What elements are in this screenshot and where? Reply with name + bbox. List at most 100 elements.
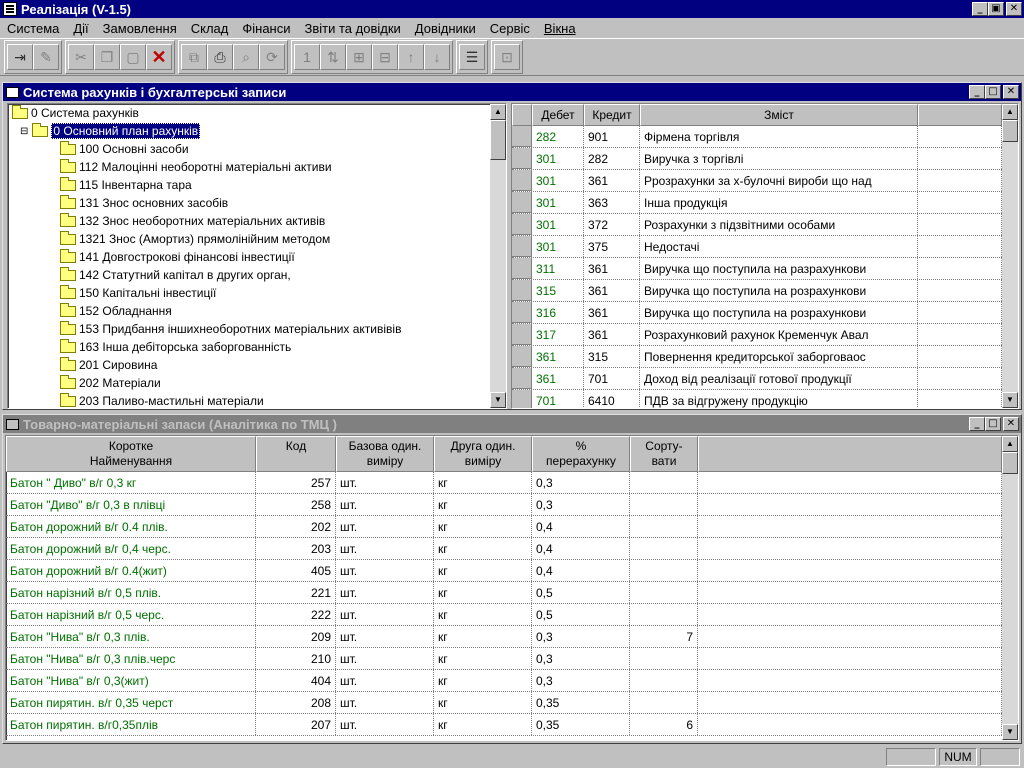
cell-name[interactable]: Батон дорожний в/г 0.4 плів.	[6, 516, 256, 537]
list-icon[interactable]: ☰	[459, 44, 485, 70]
cell-content[interactable]: Недостачі	[640, 236, 918, 257]
row-indicator[interactable]	[512, 346, 532, 367]
tree-item[interactable]: 203 Паливо-мастильні матеріали	[8, 392, 506, 408]
cell-blank[interactable]	[918, 368, 1002, 389]
cell-content[interactable]: Виручка що поступила на розрахункови	[640, 280, 918, 301]
cell-debit[interactable]: 316	[532, 302, 584, 323]
cell-name[interactable]: Батон "Нива" в/г 0,3(жит)	[6, 670, 256, 691]
header-content[interactable]: Зміст	[640, 104, 918, 126]
cell-debit[interactable]: 701	[532, 390, 584, 408]
cell-blank[interactable]	[918, 236, 1002, 257]
cell-credit[interactable]: 901	[584, 126, 640, 147]
scissors-icon[interactable]: ✂	[68, 44, 94, 70]
cell-code[interactable]: 221	[256, 582, 336, 603]
tree-item[interactable]: 132 Знос необоротних матеріальних активі…	[8, 212, 506, 230]
table-row[interactable]: 701 6410 ПДВ за відгружену продукцію	[512, 390, 1018, 408]
cell-percent[interactable]: 0,3	[532, 494, 630, 515]
cell-code[interactable]: 222	[256, 604, 336, 625]
cell-sort[interactable]	[630, 692, 698, 713]
cell-code[interactable]: 257	[256, 472, 336, 493]
tree-item[interactable]: 152 Обладнання	[8, 302, 506, 320]
row-indicator[interactable]	[512, 368, 532, 389]
cell-second-unit[interactable]: кг	[434, 714, 532, 735]
cell-blank[interactable]	[918, 126, 1002, 147]
scroll-down-button[interactable]: ▼	[1002, 392, 1018, 408]
print-icon[interactable]: ⎙	[207, 44, 233, 70]
table-row[interactable]: Батон нарізний в/г 0,5 черс. 222 шт. кг 0,5	[6, 604, 1018, 626]
cell-percent[interactable]: 0,3	[532, 670, 630, 691]
row-indicator[interactable]	[512, 324, 532, 345]
menu-warehouse[interactable]: Склад	[184, 21, 236, 36]
cell-base-unit[interactable]: шт.	[336, 670, 434, 691]
menu-finance[interactable]: Фінанси	[235, 21, 297, 36]
cell-code[interactable]: 405	[256, 560, 336, 581]
cell-credit[interactable]: 361	[584, 280, 640, 301]
cell-content[interactable]: Виручка що поступила на разрахункови	[640, 258, 918, 279]
minimize-button[interactable]: _	[969, 85, 985, 99]
tree-item[interactable]: 150 Капітальні інвестиції	[8, 284, 506, 302]
cell-debit[interactable]: 317	[532, 324, 584, 345]
cell-blank[interactable]	[698, 604, 1002, 625]
cell-percent[interactable]: 0,35	[532, 692, 630, 713]
copy-record-icon[interactable]: ⧉	[181, 44, 207, 70]
cell-second-unit[interactable]: кг	[434, 626, 532, 647]
cell-base-unit[interactable]: шт.	[336, 494, 434, 515]
cell-code[interactable]: 258	[256, 494, 336, 515]
table-row[interactable]: Батон дорожний в/г 0.4(жит) 405 шт. кг 0,4	[6, 560, 1018, 582]
cell-second-unit[interactable]: кг	[434, 582, 532, 603]
cell-code[interactable]: 210	[256, 648, 336, 669]
table-row[interactable]: Батон пирятин. в/г0,35плів 207 шт. кг 0,35 6	[6, 714, 1018, 736]
table-row[interactable]: Батон "Диво" в/г 0,3 в плівці 258 шт. кг 0,3	[6, 494, 1018, 516]
enter-icon[interactable]: ⇥	[7, 44, 33, 70]
header-name[interactable]: Коротке Найменування	[6, 436, 256, 472]
cell-sort[interactable]	[630, 472, 698, 493]
cell-percent[interactable]: 0,35	[532, 714, 630, 735]
cell-second-unit[interactable]: кг	[434, 516, 532, 537]
table-row[interactable]: 282 901 Фірмена торгівля	[512, 126, 1018, 148]
tree-item[interactable]: 153 Придбання іншихнеоборотних матеріаль…	[8, 320, 506, 338]
cell-sort[interactable]: 6	[630, 714, 698, 735]
cell-blank[interactable]	[698, 626, 1002, 647]
cell-blank[interactable]	[698, 538, 1002, 559]
cell-blank[interactable]	[918, 170, 1002, 191]
filter-icon[interactable]: ⊞	[346, 44, 372, 70]
header-sort[interactable]: Сорту- вати	[630, 436, 698, 472]
cell-base-unit[interactable]: шт.	[336, 560, 434, 581]
cell-blank[interactable]	[698, 560, 1002, 581]
cell-blank[interactable]	[698, 692, 1002, 713]
cell-blank[interactable]	[918, 214, 1002, 235]
cell-debit[interactable]: 301	[532, 214, 584, 235]
cell-code[interactable]: 202	[256, 516, 336, 537]
cell-debit[interactable]: 311	[532, 258, 584, 279]
table-row[interactable]: 316 361 Виручка що поступила на розрахунко…	[512, 302, 1018, 324]
find-icon[interactable]: ⌕	[233, 44, 259, 70]
cell-base-unit[interactable]: шт.	[336, 626, 434, 647]
table-row[interactable]: Батон нарізний в/г 0,5 плів. 221 шт. кг 0,5	[6, 582, 1018, 604]
row-indicator[interactable]	[512, 236, 532, 257]
close-button[interactable]: ✕	[1003, 417, 1019, 431]
cell-debit[interactable]: 301	[532, 192, 584, 213]
cell-code[interactable]: 203	[256, 538, 336, 559]
cell-name[interactable]: Батон пирятин. в/г 0,35 черст	[6, 692, 256, 713]
table-row[interactable]: 311 361 Виручка що поступила на разрахунко…	[512, 258, 1018, 280]
cell-content[interactable]: Ррозрахунки за х-булочні вироби що над	[640, 170, 918, 191]
cell-name[interactable]: Батон пирятин. в/г0,35плів	[6, 714, 256, 735]
cell-name[interactable]: Батон " Диво" в/г 0,3 кг	[6, 472, 256, 493]
cell-second-unit[interactable]: кг	[434, 670, 532, 691]
table-row[interactable]: 301 282 Виручка з торгівлі	[512, 148, 1018, 170]
cell-second-unit[interactable]: кг	[434, 538, 532, 559]
cell-content[interactable]: Виручка що поступила на розрахункови	[640, 302, 918, 323]
tree-scrollbar[interactable]: ▲ ▼	[490, 104, 506, 408]
goods-scrollbar[interactable]: ▲ ▼	[1002, 436, 1018, 740]
scroll-up-button[interactable]: ▲	[1002, 104, 1018, 120]
row-indicator[interactable]	[512, 214, 532, 235]
app-icon[interactable]	[3, 2, 17, 16]
menu-system[interactable]: Система	[0, 21, 66, 36]
table-row[interactable]: 301 363 Інша продукція	[512, 192, 1018, 214]
cell-name[interactable]: Батон дорожний в/г 0,4 черс.	[6, 538, 256, 559]
cell-debit[interactable]: 315	[532, 280, 584, 301]
tree-item[interactable]: 141 Довгострокові фінансові інвестиції	[8, 248, 506, 266]
sort-desc-icon[interactable]: ↓	[424, 44, 450, 70]
restore-button[interactable]: ▣	[988, 2, 1004, 16]
tree-plan[interactable]: ⊟ 0 Основний план рахунків	[8, 122, 506, 140]
